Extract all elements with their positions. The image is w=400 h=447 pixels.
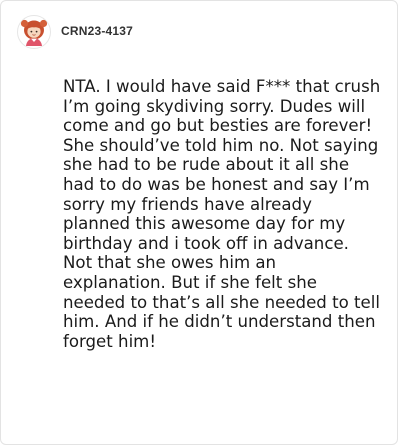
comment-card: CRN23-4137 NTA. I would have said F*** t…	[0, 0, 398, 445]
comment-header: CRN23-4137	[17, 15, 133, 49]
comment-username[interactable]: CRN23-4137	[61, 24, 133, 38]
cartoon-redhead-avatar-icon[interactable]	[17, 15, 51, 49]
comment-body: NTA. I would have said F*** that crush I…	[63, 77, 381, 351]
